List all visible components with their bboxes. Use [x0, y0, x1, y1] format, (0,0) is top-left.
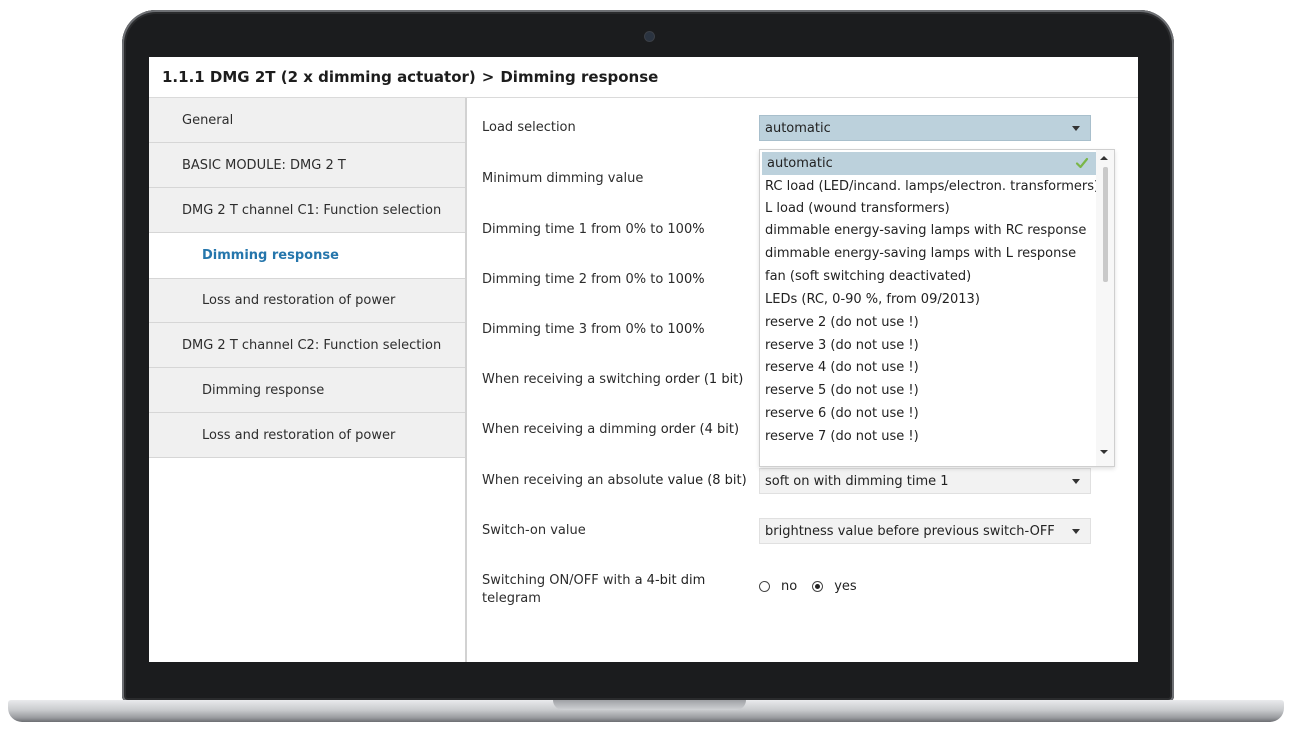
switch-on-value-value: brightness value before previous switch-…: [765, 523, 1055, 539]
dropdown-option[interactable]: automatic: [762, 152, 1097, 175]
dimming-order-label: When receiving a dimming order (4 bit): [482, 422, 740, 437]
switching-4bit-label: Switching ON/OFF with a 4-bit dim: [482, 573, 706, 588]
load-selection-value: automatic: [765, 120, 831, 136]
dropdown-option[interactable]: reserve 5 (do not use !): [760, 379, 1097, 402]
dim-time-2-label: Dimming time 2 from 0% to 100%: [482, 272, 705, 287]
option-label: reserve 6 (do not use !): [765, 406, 919, 421]
sidebar-item-label: DMG 2 T channel C2: Function selection: [182, 337, 442, 353]
dropdown-option[interactable]: reserve 2 (do not use !): [760, 311, 1097, 334]
radio-no-label[interactable]: no: [781, 579, 797, 594]
load-selection-dropdown: automatic RC load (LED/incand. lamps/ele…: [759, 149, 1115, 467]
chevron-down-icon[interactable]: [1072, 126, 1080, 131]
sidebar-item-c1-loss-restoration[interactable]: Loss and restoration of power: [149, 278, 465, 323]
dropdown-option[interactable]: RC load (LED/incand. lamps/electron. tra…: [760, 175, 1100, 198]
dropdown-option[interactable]: LEDs (RC, 0-90 %, from 09/2013): [760, 288, 1097, 311]
sidebar-item-label: Loss and restoration of power: [202, 293, 396, 308]
option-label: dimmable energy-saving lamps with L resp…: [765, 246, 1077, 261]
sidebar-item-general[interactable]: General: [149, 98, 465, 143]
option-label: reserve 5 (do not use !): [765, 383, 919, 398]
sidebar-item-label: Dimming response: [202, 382, 325, 398]
dropdown-option[interactable]: reserve 7 (do not use !): [760, 425, 1097, 448]
radio-no[interactable]: [759, 580, 770, 592]
option-label: RC load (LED/incand. lamps/electron. tra…: [765, 179, 1100, 194]
switch-on-value-select[interactable]: brightness value before previous switch-…: [759, 518, 1091, 544]
sidebar-item-label: Loss and restoration of power: [202, 427, 396, 443]
option-label: automatic: [767, 156, 833, 171]
absolute-value-select[interactable]: soft on with dimming time 1: [759, 468, 1091, 494]
parameter-panel: Load selection automatic Minimum dimming…: [467, 98, 1138, 662]
title-bar: 1.1.1 DMG 2T (2 x dimming actuator) > Dimm…: [149, 57, 1138, 98]
dim-time-1-label: Dimming time 1 from 0% to 100%: [482, 222, 705, 237]
load-selection-select[interactable]: automatic: [759, 115, 1091, 141]
chevron-down-icon[interactable]: [1072, 529, 1080, 534]
sidebar: General BASIC MODULE: DMG 2 T DMG 2 T ch…: [149, 98, 465, 662]
sidebar-item-label: General: [182, 112, 234, 128]
option-label: reserve 3 (do not use !): [765, 338, 919, 353]
option-label: reserve 4 (do not use !): [765, 360, 919, 375]
dropdown-option[interactable]: reserve 3 (do not use !): [760, 334, 1097, 357]
sidebar-item-label: Dimming response: [202, 248, 339, 263]
chevron-up-icon[interactable]: [1100, 156, 1108, 160]
chevron-down-icon[interactable]: [1072, 479, 1080, 484]
load-selection-label: Load selection: [482, 120, 576, 135]
sidebar-item-label: DMG 2 T channel C1: Function selection: [182, 202, 442, 218]
min-dimming-label: Minimum dimming value: [482, 171, 644, 186]
camera-icon: [645, 32, 654, 41]
dropdown-option[interactable]: reserve 4 (do not use !): [760, 356, 1097, 379]
check-icon: [1075, 157, 1089, 169]
dropdown-option[interactable]: fan (soft switching deactivated): [760, 265, 1097, 288]
sidebar-item-label: BASIC MODULE: DMG 2 T: [182, 157, 346, 173]
switching-4bit-radio-group: no yes: [759, 575, 872, 597]
option-label: L load (wound transformers): [765, 201, 950, 216]
scroll-thumb[interactable]: [1103, 167, 1108, 282]
option-label: reserve 2 (do not use !): [765, 315, 919, 330]
switch-on-value-label: Switch-on value: [482, 523, 586, 538]
breadcrumb-page: Dimming response: [500, 68, 659, 86]
sidebar-item-c1-function-selection[interactable]: DMG 2 T channel C1: Function selection: [149, 188, 465, 233]
dropdown-option[interactable]: dimmable energy-saving lamps with L resp…: [760, 242, 1097, 265]
option-label: LEDs (RC, 0-90 %, from 09/2013): [765, 292, 980, 307]
absolute-value-label: When receiving an absolute value (8 bit): [482, 473, 747, 488]
dim-time-3-label: Dimming time 3 from 0% to 100%: [482, 322, 705, 337]
dropdown-option[interactable]: L load (wound transformers): [760, 197, 1097, 220]
switching-4bit-label-line2: telegram: [482, 591, 541, 606]
sidebar-item-c1-dimming-response[interactable]: Dimming response: [149, 233, 465, 278]
sidebar-item-c2-function-selection[interactable]: DMG 2 T channel C2: Function selection: [149, 323, 465, 368]
breadcrumb-device[interactable]: 1.1.1 DMG 2T (2 x dimming actuator): [162, 68, 476, 86]
breadcrumb-separator: >: [481, 68, 495, 86]
radio-yes-label[interactable]: yes: [834, 579, 856, 594]
option-label: dimmable energy-saving lamps with RC res…: [765, 223, 1087, 238]
radio-yes[interactable]: [812, 580, 824, 592]
sidebar-item-basic-module[interactable]: BASIC MODULE: DMG 2 T: [149, 143, 465, 188]
dropdown-scrollbar[interactable]: [1096, 150, 1114, 466]
switching-order-label: When receiving a switching order (1 bit): [482, 372, 744, 387]
app-window: 1.1.1 DMG 2T (2 x dimming actuator) > Dimm…: [149, 57, 1138, 662]
dropdown-option[interactable]: dimmable energy-saving lamps with RC res…: [760, 219, 1097, 242]
option-label: reserve 7 (do not use !): [765, 429, 919, 444]
sidebar-item-c2-loss-restoration[interactable]: Loss and restoration of power: [149, 413, 465, 458]
option-label: fan (soft switching deactivated): [765, 269, 972, 284]
dropdown-option[interactable]: reserve 6 (do not use !): [760, 402, 1097, 425]
absolute-value-value: soft on with dimming time 1: [765, 473, 949, 489]
chevron-down-icon[interactable]: [1100, 450, 1108, 454]
laptop-notch: [553, 700, 746, 710]
sidebar-item-c2-dimming-response[interactable]: Dimming response: [149, 368, 465, 413]
breadcrumb: 1.1.1 DMG 2T (2 x dimming actuator) > Dimm…: [162, 68, 658, 86]
